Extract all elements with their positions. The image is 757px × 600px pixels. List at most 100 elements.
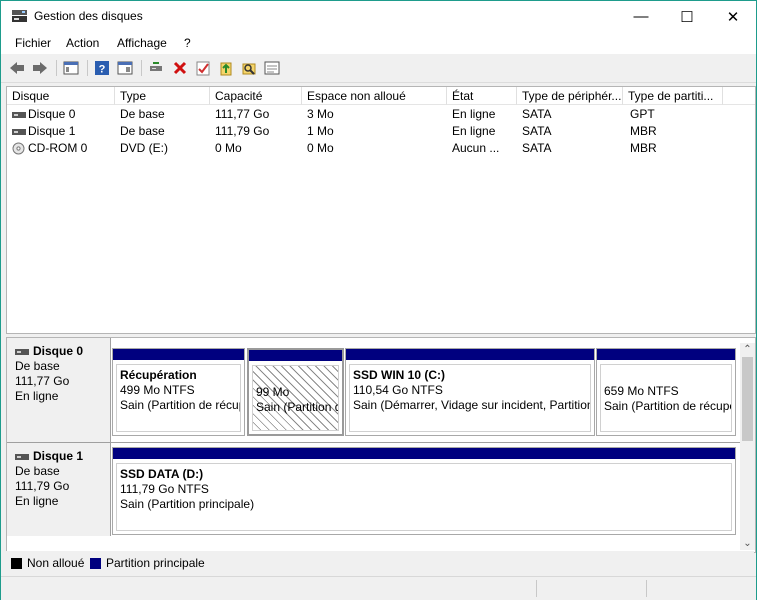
disk-list-icon[interactable] <box>263 59 281 77</box>
primary-partition-bar <box>597 349 735 360</box>
column-header-disque[interactable]: Disque <box>7 87 115 105</box>
partition-recuperation[interactable]: Récupération 499 Mo NTFS Sain (Partition… <box>112 348 245 436</box>
cell-unallocated: 0 Mo <box>307 141 334 155</box>
partition-size: 111,79 Go NTFS <box>120 482 209 496</box>
cell-state: En ligne <box>452 124 496 138</box>
maximize-button[interactable]: ☐ <box>664 1 710 32</box>
partition-status: Sain (Partition d <box>256 400 339 414</box>
cell-capacity: 111,77 Go <box>215 107 270 121</box>
column-header-filler <box>723 87 755 105</box>
menu-affichage[interactable]: Affichage <box>117 36 167 50</box>
column-header-partition[interactable]: Type de partiti... <box>623 87 723 105</box>
forward-arrow-icon[interactable] <box>31 59 49 77</box>
partition-status: Sain (Démarrer, Vidage sur incident, Par… <box>353 398 591 412</box>
scroll-up-arrow-icon[interactable]: ⌃ <box>740 343 755 356</box>
primary-partition-bar <box>346 349 594 360</box>
connect-drive-icon[interactable] <box>147 59 165 77</box>
help-icon[interactable]: ? <box>93 59 111 77</box>
partition-body: Récupération 499 Mo NTFS Sain (Partition… <box>116 364 241 432</box>
legend-swatch-unallocated <box>11 558 22 569</box>
disk-divider <box>7 442 740 443</box>
partition-size: 499 Mo NTFS <box>120 383 195 397</box>
column-header-etat[interactable]: État <box>447 87 517 105</box>
legend-label-unallocated: Non alloué <box>27 556 85 570</box>
disk-size: 111,77 Go <box>15 374 70 388</box>
legend-swatch-primary <box>90 558 101 569</box>
partition-body: 99 Mo Sain (Partition d <box>252 365 339 431</box>
disk-name: Disque 0 <box>33 344 84 358</box>
column-header-type[interactable]: Type <box>115 87 210 105</box>
primary-partition-bar <box>249 350 342 361</box>
hard-disk-icon <box>15 453 29 460</box>
status-bar <box>1 576 756 600</box>
title-bar: Gestion des disques — ☐ ✕ <box>1 1 756 32</box>
vertical-scrollbar[interactable]: ⌃ ⌄ <box>740 343 755 550</box>
partition-title: SSD WIN 10 (C:) <box>353 368 446 382</box>
scrollbar-thumb[interactable] <box>742 357 753 441</box>
cell-partition: GPT <box>630 107 655 121</box>
search-folder-icon[interactable] <box>240 59 258 77</box>
disk-type: De base <box>15 464 60 478</box>
cell-capacity: 0 Mo <box>215 141 242 155</box>
hard-disk-icon <box>15 348 29 355</box>
cell-partition: MBR <box>630 141 657 155</box>
upload-icon[interactable] <box>217 59 235 77</box>
column-header-peripherique[interactable]: Type de périphér... <box>517 87 623 105</box>
help-icon-glyph: ? <box>99 64 106 76</box>
cell-device: SATA <box>522 107 552 121</box>
partition-efi-selected[interactable]: 99 Mo Sain (Partition d <box>247 348 344 436</box>
primary-partition-bar <box>113 349 244 360</box>
disk-type: De base <box>15 359 60 373</box>
close-button[interactable]: ✕ <box>710 1 756 32</box>
partition-title: SSD DATA (D:) <box>120 467 204 481</box>
partition-body: 659 Mo NTFS Sain (Partition de récupe <box>600 364 732 432</box>
disk-1-label[interactable]: Disque 1 De base 111,79 Go En ligne <box>7 443 111 536</box>
cell-device: SATA <box>522 124 552 138</box>
partition-status: Sain (Partition de récup <box>120 398 241 412</box>
partition-size: 99 Mo <box>256 385 290 399</box>
menu-action[interactable]: Action <box>66 36 99 50</box>
disk-0-label[interactable]: Disque 0 De base 111,77 Go En ligne <box>7 338 111 442</box>
legend: Non alloué Partition principale <box>6 551 754 573</box>
scroll-down-arrow-icon[interactable]: ⌄ <box>740 537 755 550</box>
disk-management-window: Gestion des disques — ☐ ✕ Fichier Action… <box>0 0 757 600</box>
disk-management-icon <box>12 10 27 22</box>
cell-type: De base <box>120 124 165 138</box>
back-arrow-icon[interactable] <box>8 59 26 77</box>
column-header-espace[interactable]: Espace non alloué <box>302 87 447 105</box>
column-header-capacite[interactable]: Capacité <box>210 87 302 105</box>
window-title: Gestion des disques <box>34 9 143 23</box>
partition-body: SSD DATA (D:) 111,79 Go NTFS Sain (Parti… <box>116 463 732 531</box>
cell-state: Aucun ... <box>452 141 500 155</box>
partition-ssd-data[interactable]: SSD DATA (D:) 111,79 Go NTFS Sain (Parti… <box>112 447 736 535</box>
cell-disk: Disque 1 <box>28 124 76 138</box>
properties-icon[interactable] <box>194 59 212 77</box>
partition-recovery-2[interactable]: 659 Mo NTFS Sain (Partition de récupe <box>596 348 736 436</box>
disk-size: 111,79 Go <box>15 479 70 493</box>
partition-body: SSD WIN 10 (C:) 110,54 Go NTFS Sain (Dém… <box>349 364 591 432</box>
cell-unallocated: 1 Mo <box>307 124 334 138</box>
delete-icon[interactable] <box>171 59 189 77</box>
cell-partition: MBR <box>630 124 657 138</box>
primary-partition-bar <box>113 448 735 459</box>
minimize-button[interactable]: — <box>618 1 664 32</box>
disk-state: En ligne <box>15 389 59 403</box>
cell-disk: CD-ROM 0 <box>28 141 88 155</box>
cell-unallocated: 3 Mo <box>307 107 334 121</box>
cell-disk: Disque 0 <box>28 107 76 121</box>
partition-title: Récupération <box>120 368 197 382</box>
partition-ssd-win10[interactable]: SSD WIN 10 (C:) 110,54 Go NTFS Sain (Dém… <box>345 348 595 436</box>
menu-help[interactable]: ? <box>184 36 191 50</box>
table-row[interactable]: CD-ROM 0 DVD (E:) 0 Mo 0 Mo Aucun ... SA… <box>7 140 755 157</box>
partition-size: 659 Mo NTFS <box>604 384 679 398</box>
menu-fichier[interactable]: Fichier <box>15 36 51 50</box>
table-row[interactable]: Disque 0 De base 111,77 Go 3 Mo En ligne… <box>7 106 755 123</box>
disk-map: Disque 0 De base 111,77 Go En ligne Récu… <box>6 337 756 553</box>
cell-state: En ligne <box>452 107 496 121</box>
table-row[interactable]: Disque 1 De base 111,79 Go 1 Mo En ligne… <box>7 123 755 140</box>
show-hide-icon[interactable] <box>116 59 134 77</box>
cell-type: DVD (E:) <box>120 141 168 155</box>
console-tree-icon[interactable] <box>62 59 80 77</box>
cell-type: De base <box>120 107 165 121</box>
partition-size: 110,54 Go NTFS <box>353 383 443 397</box>
